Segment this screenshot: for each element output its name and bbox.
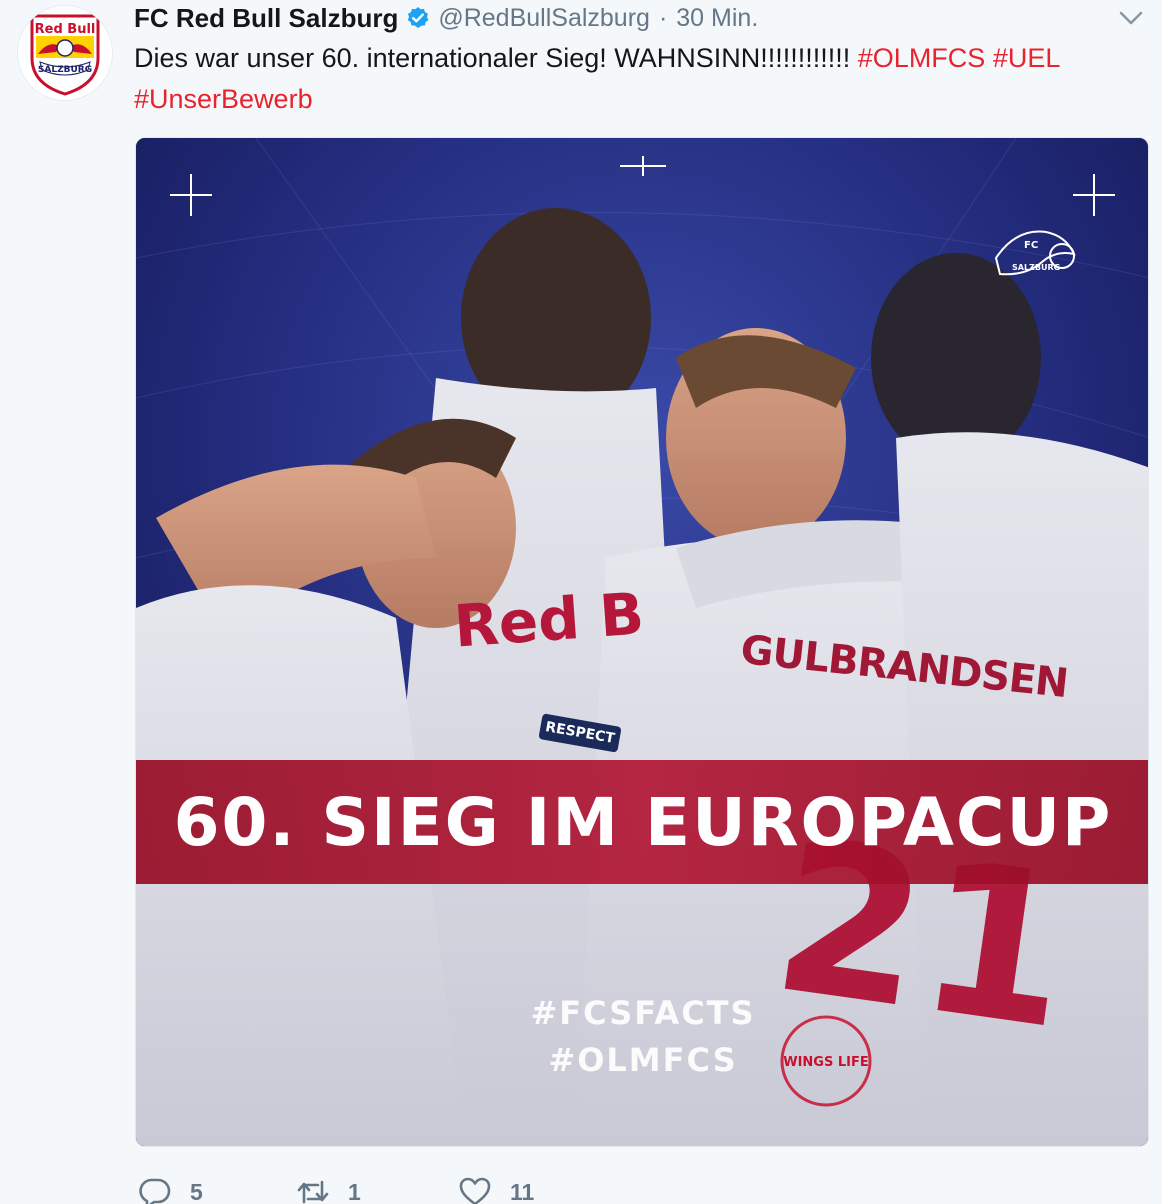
- verified-badge-icon: [406, 6, 430, 30]
- club-logo: Red Bull SALZBURG: [18, 6, 112, 100]
- shirt-sponsor-text: Red B: [451, 579, 647, 661]
- like-icon: [459, 1177, 491, 1204]
- hashtag-link[interactable]: #OLMFCS: [858, 43, 986, 73]
- avatar-brand-text: Red Bull: [35, 22, 96, 37]
- tweet-media-image[interactable]: 21 WINGS LIFE FC SALZBURG Red B RESPECT …: [135, 137, 1149, 1147]
- tweet-text-main: Dies war unser 60. internationaler Sieg!…: [134, 43, 858, 73]
- separator: ·: [658, 3, 668, 32]
- tweet-text: Dies war unser 60. internationaler Sieg!…: [134, 38, 1114, 120]
- chevron-down-icon[interactable]: [1118, 8, 1144, 28]
- image-hashtag-1: #FCSFACTS: [530, 994, 756, 1032]
- crest-city-text: SALZBURG: [1012, 263, 1060, 272]
- retweet-icon: [297, 1180, 329, 1204]
- fc-salzburg-crest: FC SALZBURG: [994, 230, 1076, 276]
- hashtag-link[interactable]: #UEL: [993, 43, 1061, 73]
- crest-fc-text: FC: [1024, 240, 1038, 251]
- avatar-city-text: SALZBURG: [38, 65, 92, 75]
- headline-banner: 60. SIEG IM EUROPACUP: [136, 760, 1148, 884]
- tweet: Red Bull SALZBURG FC Red Bull Salzburg @…: [0, 0, 1162, 1204]
- like-count: 11: [510, 1178, 535, 1204]
- avatar[interactable]: Red Bull SALZBURG: [18, 6, 112, 100]
- like-button[interactable]: 11: [458, 1176, 534, 1204]
- headline-text: 60. SIEG IM EUROPACUP: [173, 783, 1113, 861]
- retweet-button[interactable]: 1: [296, 1176, 361, 1204]
- retweet-count: 1: [348, 1178, 361, 1204]
- timestamp[interactable]: 30 Min.: [676, 4, 758, 33]
- reply-count: 5: [190, 1178, 203, 1204]
- tweet-header: FC Red Bull Salzburg @RedBullSalzburg · …: [134, 0, 1124, 36]
- display-name[interactable]: FC Red Bull Salzburg: [134, 3, 398, 34]
- reply-button[interactable]: 5: [138, 1176, 203, 1204]
- reply-icon: [139, 1178, 171, 1204]
- handle[interactable]: @RedBullSalzburg: [438, 4, 650, 33]
- image-hashtag-2: #OLMFCS: [548, 1041, 738, 1079]
- hashtag-link[interactable]: #UnserBewerb: [134, 84, 313, 114]
- tweet-actions: 5 1 11: [138, 1172, 1038, 1204]
